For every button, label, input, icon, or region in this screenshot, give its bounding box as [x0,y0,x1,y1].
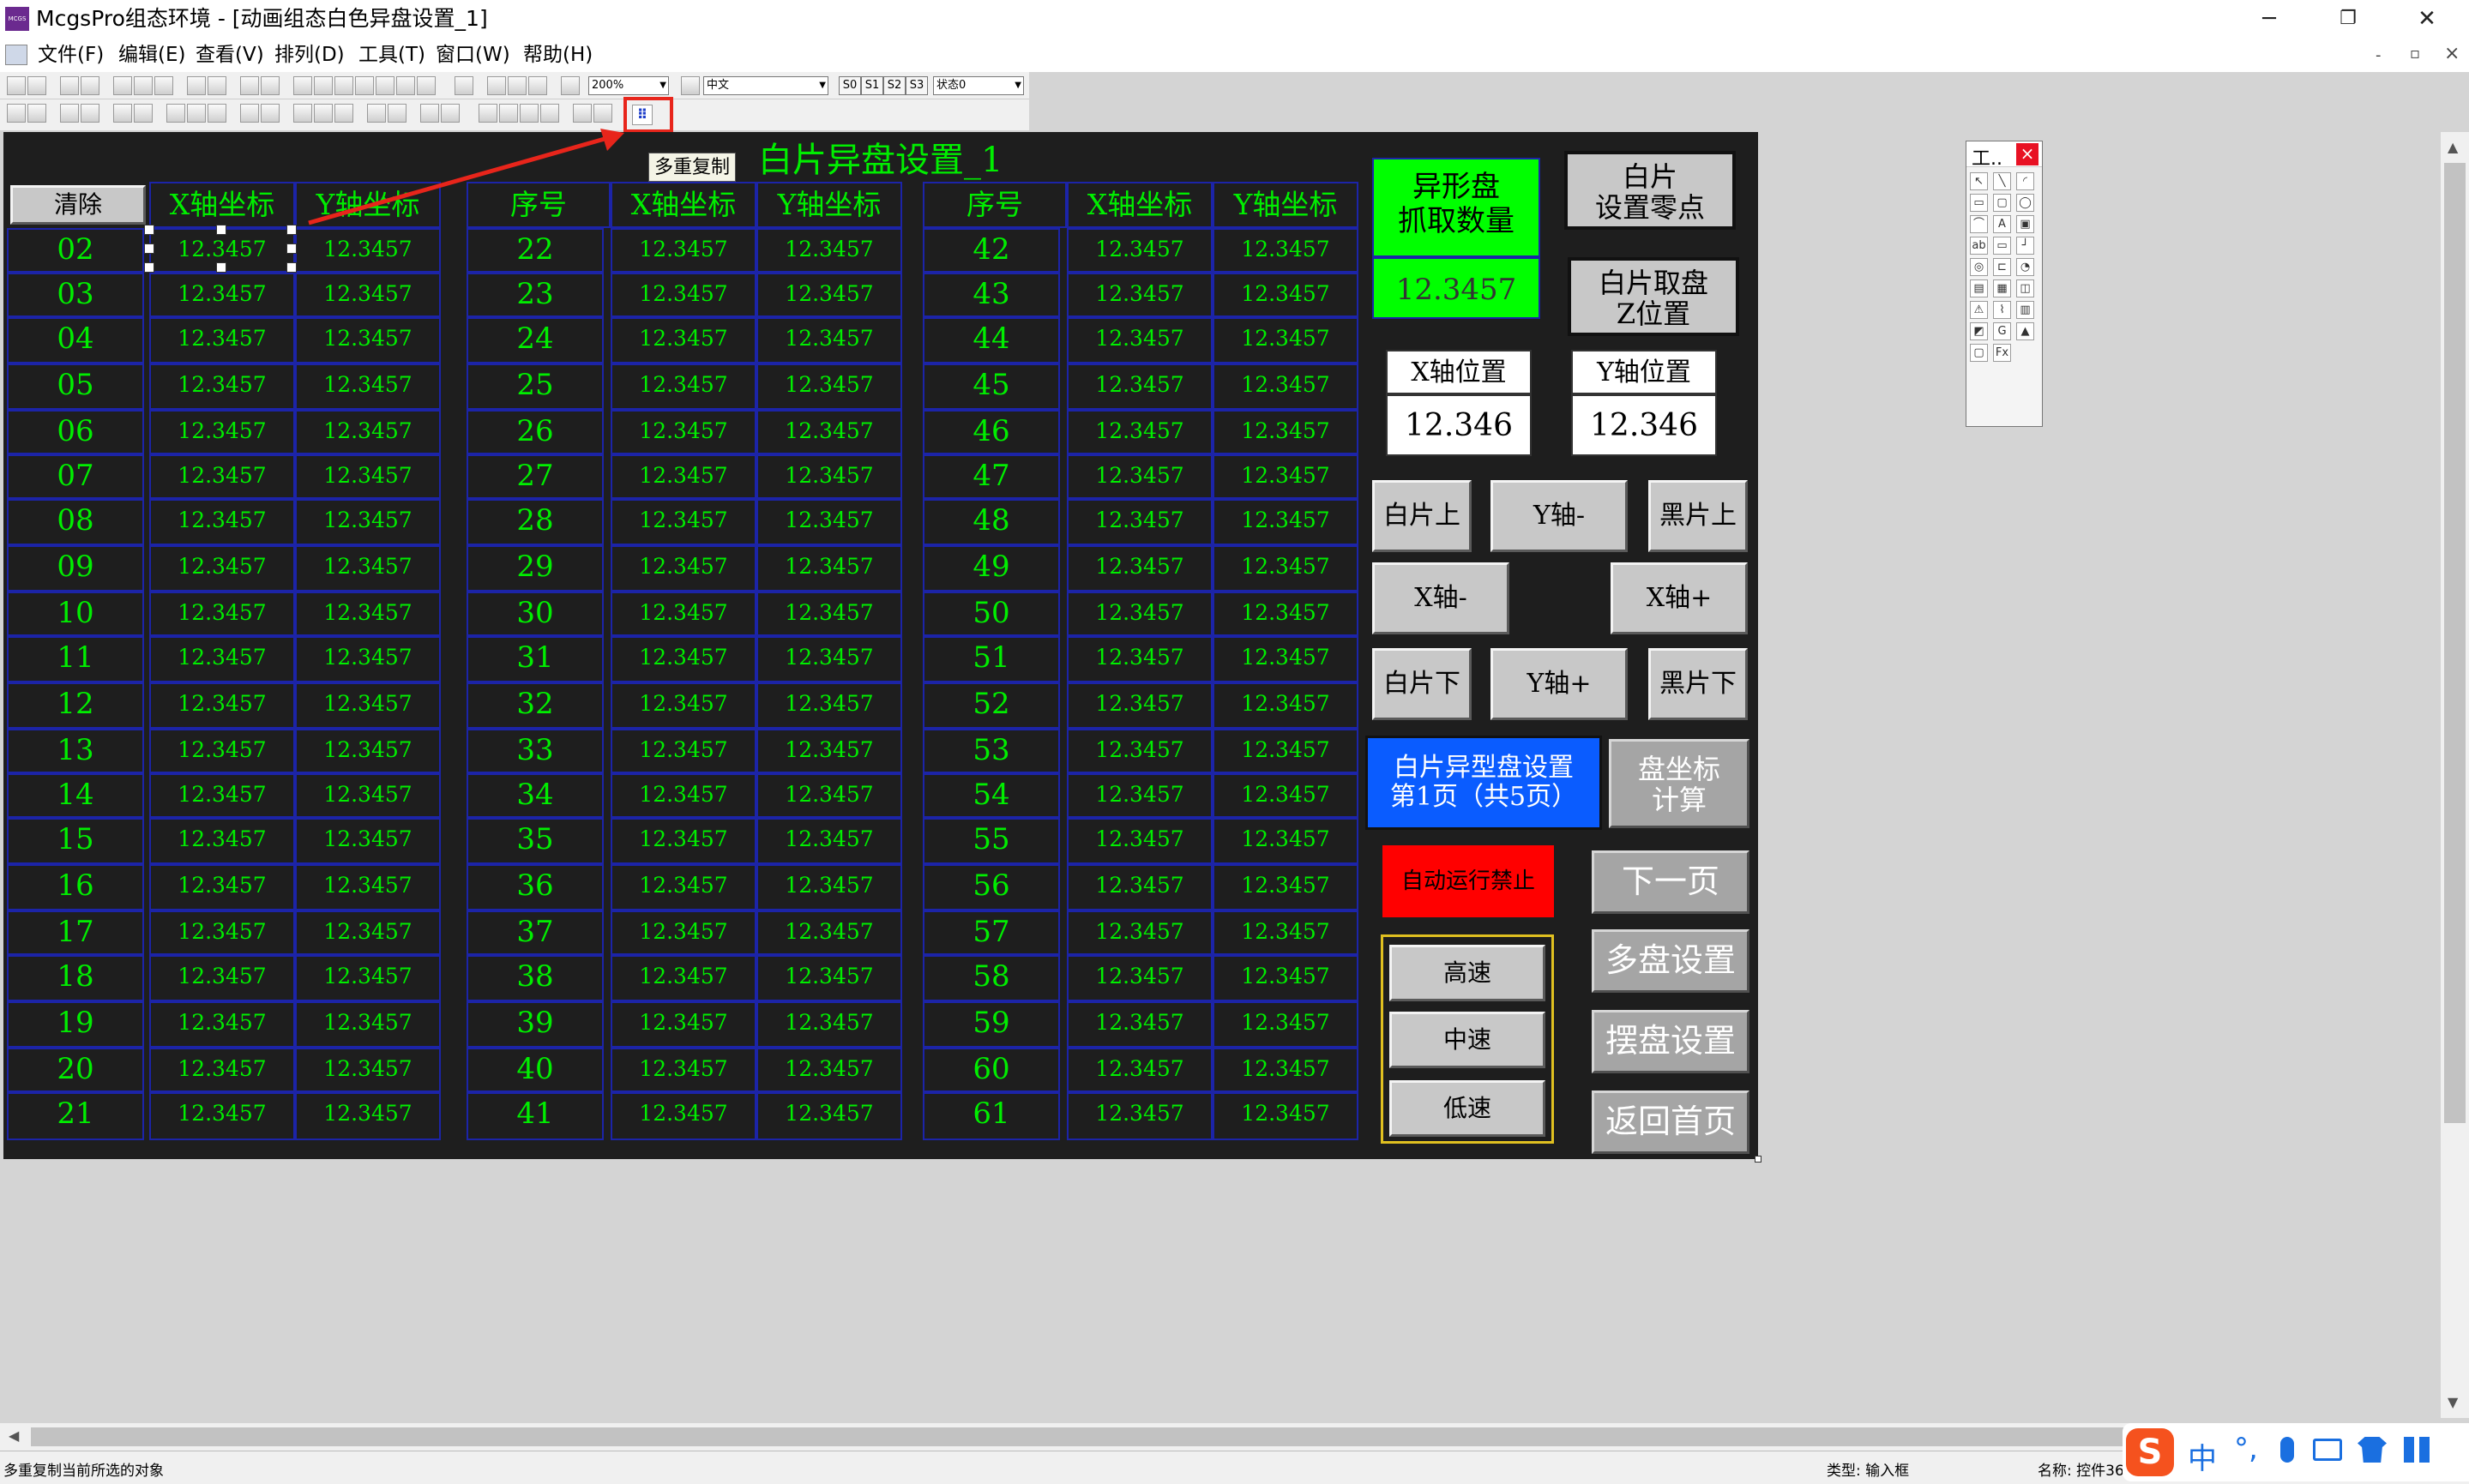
horizontal-scrollbar[interactable]: ◀ [0,1423,2441,1451]
tool-arc-icon[interactable]: ◜ [2016,172,2034,190]
scroll-thumb[interactable] [2444,163,2466,1123]
tool-button-icon[interactable]: ▭ [1993,237,2011,255]
scroll-down-icon[interactable]: ▼ [2448,1394,2458,1410]
tool-flow-icon[interactable]: ┘ [2016,237,2034,255]
tool-rounded-rect-icon[interactable]: ▢ [1993,194,2011,212]
scroll-left-icon[interactable]: ◀ [9,1427,19,1444]
tool-line-icon[interactable]: ╲ [1993,172,2011,190]
tool-label-icon[interactable]: A [1993,215,2011,233]
tool-polyline-icon[interactable]: ⌒ [1970,215,1988,233]
toolbox-close-icon[interactable]: × [2016,143,2038,165]
vertical-scrollbar[interactable]: ▲ ▼ [2441,132,2469,1418]
toolbox-panel: 工.. × ↖ ╲ ◜ ▭ ▢ ◯ ⌒ A ▣ ab ▭ ┘ ◎ ⊏ ◔ ▤ ▦ ◫ ⚠ ⌇ ▥ ◩ G ▲ ▢ Fx [1966,141,2043,427]
ime-lang-toggle[interactable]: 中 [2188,1435,2217,1477]
scroll-up-icon[interactable]: ▲ [2448,139,2458,155]
tool-lamp-icon[interactable]: ◎ [1970,258,1988,276]
tool-trend-icon[interactable]: ⌇ [1993,301,2011,319]
tool-custom-icon[interactable]: ◩ [1970,322,1988,340]
annotation-arrow [308,129,624,225]
tool-graphic-icon[interactable]: ▲ [2016,322,2034,340]
tool-table-icon[interactable]: ▦ [1993,279,2011,297]
tool-slider-icon[interactable]: ⊏ [1993,258,2011,276]
skin-shirt-icon[interactable] [2358,1437,2387,1463]
scroll-thumb-h[interactable] [31,1427,2398,1446]
tool-ellipse-icon[interactable]: ◯ [2016,194,2034,212]
tool-pointer-icon[interactable]: ↖ [1970,172,1988,190]
keyboard-icon[interactable] [2313,1439,2342,1461]
status-bar: 多重复制当前所选的对象 类型: 输入框 名称: 控件367 [0,1451,2469,1484]
tool-input-box-icon[interactable]: ab [1970,237,1988,255]
tool-frame-icon[interactable]: ▢ [1970,344,1988,362]
toolbox-grid-icon[interactable] [2404,1437,2430,1463]
sogou-logo-icon[interactable]: S [2126,1428,2174,1476]
tool-gif-icon[interactable]: G [1993,322,2011,340]
tool-grid: ↖ ╲ ◜ ▭ ▢ ◯ ⌒ A ▣ ab ▭ ┘ ◎ ⊏ ◔ ▤ ▦ ◫ ⚠ ⌇ ▥ ◩ G ▲ ▢ Fx [1970,172,2038,421]
tool-bitmap-icon[interactable]: ▣ [2016,215,2034,233]
canvas-resize-handle[interactable] [1755,1156,1761,1163]
tool-alarm-icon[interactable]: ⚠ [1970,301,1988,319]
ime-toolbar: S 中 °, [2123,1423,2469,1481]
status-name: 名称: 控件367 [2038,1463,2134,1480]
tool-rect-icon[interactable]: ▭ [1970,194,1988,212]
tool-report-icon[interactable]: ▥ [2016,301,2034,319]
microphone-icon[interactable] [2280,1437,2294,1463]
toolbox-title: 工.. [1972,148,2002,170]
tool-fx-icon[interactable]: Fx [1993,344,2011,362]
status-type: 类型: 输入框 [1827,1463,1910,1480]
tool-gauge-icon[interactable]: ◔ [2016,258,2034,276]
toolbox-header: 工.. × [1966,141,2042,170]
tool-chart-icon[interactable]: ▤ [1970,279,1988,297]
status-message: 多重复制当前所选的对象 [3,1463,164,1480]
tool-history-icon[interactable]: ◫ [2016,279,2034,297]
ime-punct-toggle[interactable]: °, [2234,1432,2258,1466]
